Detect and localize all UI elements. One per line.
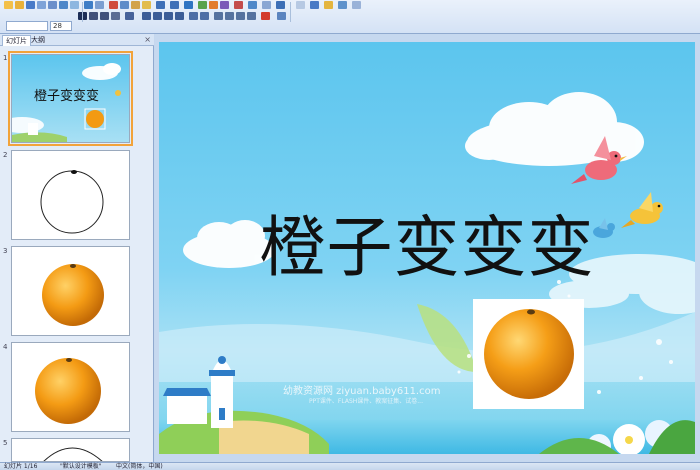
- slide-preview: [11, 150, 130, 240]
- font-name-combo[interactable]: [6, 21, 48, 31]
- numbering-icon[interactable]: [189, 12, 198, 20]
- design-icon[interactable]: [324, 1, 333, 9]
- spelling-icon[interactable]: [84, 1, 93, 9]
- align-center-icon[interactable]: [153, 12, 162, 20]
- email-icon[interactable]: [48, 1, 57, 9]
- slide-preview: [11, 438, 130, 462]
- slide-number: 3: [3, 247, 8, 255]
- copy-icon[interactable]: [120, 1, 129, 9]
- align-right-icon[interactable]: [164, 12, 173, 20]
- decrease-indent-icon[interactable]: [236, 12, 245, 20]
- toolbar-separator: [290, 2, 291, 22]
- chart-icon[interactable]: [209, 1, 218, 9]
- underline-icon[interactable]: [100, 12, 109, 20]
- watermark-subtext: PPT课件、FLASH课件、教案征集、试卷...: [309, 398, 423, 405]
- slide-number: 4: [3, 343, 8, 351]
- toolbar: 28: [0, 0, 700, 34]
- strikethrough-icon[interactable]: [125, 12, 134, 20]
- permission-icon[interactable]: [37, 1, 46, 9]
- slide-design-icon[interactable]: [277, 12, 286, 20]
- slide-preview: [11, 342, 130, 432]
- increase-font-icon[interactable]: [214, 12, 223, 20]
- grid-icon[interactable]: [234, 1, 243, 9]
- slide-editor: 橙子变变变 幼教资源网 ziyuan.baby611.com PPT课件、FLA…: [155, 34, 700, 462]
- slide-preview: 橙子变变变: [8, 51, 133, 146]
- cut-icon[interactable]: [109, 1, 118, 9]
- watermark-text: 幼教资源网 ziyuan.baby611.com: [283, 386, 441, 397]
- help-icon[interactable]: [276, 1, 285, 9]
- slide-preview: [11, 246, 130, 336]
- font-color-icon[interactable]: [261, 12, 270, 20]
- research-icon[interactable]: [95, 1, 104, 9]
- table-icon[interactable]: [198, 1, 207, 9]
- slide-number: 2: [3, 151, 8, 159]
- insert-picture-icon[interactable]: [220, 1, 229, 9]
- orange-picture: [42, 264, 104, 326]
- toolbar-row-standard: [0, 0, 700, 10]
- orange-picture: [35, 358, 101, 424]
- current-slide[interactable]: 橙子变变变 幼教资源网 ziyuan.baby611.com PPT课件、FLA…: [159, 42, 695, 454]
- slides-pane: 幻灯片 大纲 × 1 橙子变变变 2 3 4 5: [0, 34, 154, 462]
- bullets-icon[interactable]: [200, 12, 209, 20]
- justify-icon[interactable]: [175, 12, 184, 20]
- slide-layout-icon[interactable]: [338, 1, 347, 9]
- decrease-font-icon[interactable]: [225, 12, 234, 20]
- font-size-combo[interactable]: 28: [50, 21, 72, 31]
- slide-number: 1: [3, 54, 8, 62]
- new-icon[interactable]: [4, 1, 13, 9]
- new-slide-icon[interactable]: [310, 1, 319, 9]
- format-painter-icon[interactable]: [142, 1, 151, 9]
- print-preview-icon[interactable]: [70, 1, 79, 9]
- toolbar-separator: [82, 2, 83, 22]
- tab-outline[interactable]: 大纲: [28, 35, 48, 46]
- open-icon[interactable]: [15, 1, 24, 9]
- slide-count: 幻灯片 1/16: [4, 463, 38, 470]
- thumb-title: 橙子变变变: [34, 89, 100, 104]
- print-icon[interactable]: [59, 1, 68, 9]
- circle-drawing: [40, 170, 104, 234]
- slide-title[interactable]: 橙子变变变: [159, 194, 695, 290]
- undo-icon[interactable]: [156, 1, 165, 9]
- toolbar-options-icon[interactable]: [296, 1, 305, 9]
- tab-slides[interactable]: 幻灯片: [2, 35, 31, 46]
- italic-icon[interactable]: [89, 12, 98, 20]
- zoom-icon[interactable]: [262, 1, 271, 9]
- status-bar: 幻灯片 1/16 "默认设计模板" 中文(简体，中国): [0, 462, 700, 470]
- more-buttons-icon[interactable]: [352, 1, 361, 9]
- pane-close-icon[interactable]: ×: [144, 35, 151, 44]
- paste-icon[interactable]: [131, 1, 140, 9]
- hyperlink-icon[interactable]: [184, 1, 193, 9]
- toolbar-row-formatting: 28: [0, 10, 700, 31]
- save-icon[interactable]: [26, 1, 35, 9]
- slide-number: 5: [3, 439, 8, 447]
- theme-name: "默认设计模板": [60, 463, 102, 470]
- slide-preview-art: [43, 447, 103, 461]
- language: 中文(简体，中国): [116, 463, 163, 470]
- pane-tabs: 幻灯片 大纲 ×: [0, 34, 154, 46]
- shadow-icon[interactable]: [111, 12, 120, 20]
- align-left-icon[interactable]: [142, 12, 151, 20]
- color-grayscale-icon[interactable]: [248, 1, 257, 9]
- increase-indent-icon[interactable]: [247, 12, 256, 20]
- redo-icon[interactable]: [170, 1, 179, 9]
